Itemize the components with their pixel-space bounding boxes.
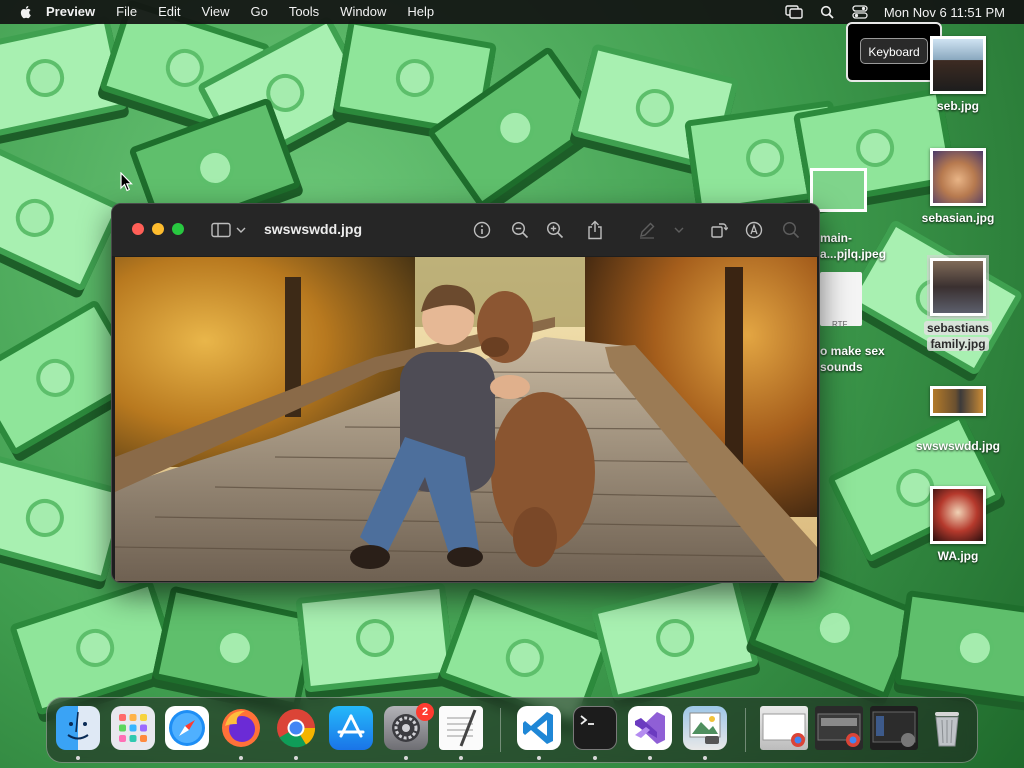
desktop-icon-label: sebasian.jpg	[921, 211, 995, 225]
markup-pen-icon[interactable]	[636, 219, 658, 241]
dock-running-indicator	[76, 756, 80, 760]
dock-launchpad-icon[interactable]	[111, 706, 155, 750]
chevron-down-icon[interactable]	[672, 219, 686, 241]
window-title: swswswdd.jpg	[264, 221, 363, 237]
search-icon[interactable]	[780, 219, 802, 241]
image-canvas[interactable]	[115, 257, 817, 581]
menu-bar: Preview File Edit View Go Tools Window H…	[0, 0, 1024, 24]
dock-vscode-icon[interactable]	[517, 706, 561, 750]
dock-minimized-window-chrome-2[interactable]	[815, 706, 863, 750]
desktop-icon-label: swswswdd.jpg	[915, 439, 1000, 453]
apple-menu-icon[interactable]	[18, 4, 34, 20]
mouse-pointer-icon	[120, 172, 133, 192]
share-icon[interactable]	[584, 219, 606, 241]
dock: 2	[46, 697, 978, 763]
dock-running-indicator	[294, 756, 298, 760]
zoom-in-icon[interactable]	[544, 219, 566, 241]
desktop-icon-swswswdd[interactable]: swswswdd.jpg	[908, 386, 1008, 454]
spotlight-search-icon[interactable]	[818, 4, 836, 20]
desktop-icon-label: WA.jpg	[937, 549, 979, 563]
control-center-icon[interactable]	[851, 4, 869, 20]
desktop-icon-sebasian[interactable]: sebasian.jpg	[908, 148, 1008, 226]
boardwalk-photo	[115, 257, 817, 581]
wallpaper-bill	[590, 573, 760, 702]
dock-running-indicator	[404, 756, 408, 760]
menu-help[interactable]: Help	[407, 0, 434, 24]
image-thumbnail	[930, 36, 986, 94]
sidebar-toggle-icon[interactable]	[210, 219, 232, 241]
image-thumbnail	[930, 148, 986, 206]
zoom-out-icon[interactable]	[509, 219, 531, 241]
dock-minimized-window-chrome[interactable]	[760, 706, 808, 750]
desktop-icon-label: seb.jpg	[936, 99, 979, 113]
dock-app-store-icon[interactable]	[329, 706, 373, 750]
notification-badge: 2	[416, 703, 434, 721]
menu-view[interactable]: View	[202, 0, 230, 24]
screen-mirroring-icon[interactable]	[785, 4, 803, 20]
dock-terminal-icon[interactable]	[573, 706, 617, 750]
zoom-button[interactable]	[172, 223, 184, 235]
dock-safari-icon[interactable]	[165, 706, 209, 750]
wallpaper-bill	[0, 142, 124, 293]
menu-tools[interactable]: Tools	[289, 0, 319, 24]
image-thumbnail	[930, 486, 986, 544]
image-thumbnail	[930, 386, 986, 416]
menu-window[interactable]: Window	[340, 0, 386, 24]
dock-running-indicator	[459, 756, 463, 760]
menu-edit[interactable]: Edit	[158, 0, 180, 24]
wallpaper-bill	[8, 579, 182, 716]
menu-file[interactable]: File	[116, 0, 137, 24]
dock-finder-icon[interactable]	[56, 706, 100, 750]
info-icon[interactable]	[471, 219, 493, 241]
dock-preview-icon[interactable]	[683, 706, 727, 750]
desktop-icon-sebastians-family[interactable]: sebastians family.jpg	[908, 255, 1008, 352]
dock-chrome-icon[interactable]	[274, 706, 318, 750]
dock-running-indicator	[537, 756, 541, 760]
menu-go[interactable]: Go	[250, 0, 267, 24]
rtf-document-icon[interactable]: RTF	[820, 272, 862, 329]
dock-running-indicator	[648, 756, 652, 760]
rotate-icon[interactable]	[708, 219, 730, 241]
menu-app-name[interactable]: Preview	[46, 0, 95, 24]
dock-separator	[745, 708, 746, 752]
chevron-down-icon[interactable]	[234, 219, 248, 241]
desktop-icon-label: sebastians family.jpg	[908, 320, 1008, 352]
menu-bar-clock[interactable]: Mon Nov 6 11:51 PM	[884, 5, 1005, 20]
desktop-icon-label-partial[interactable]: o make sex sounds	[820, 343, 885, 375]
dock-running-indicator	[593, 756, 597, 760]
wallpaper-bill	[151, 585, 319, 710]
dock-running-indicator	[239, 756, 243, 760]
minimize-button[interactable]	[152, 223, 164, 235]
close-button[interactable]	[132, 223, 144, 235]
window-toolbar[interactable]: swswswdd.jpg	[112, 204, 819, 256]
dock-trash-icon[interactable]	[925, 706, 969, 750]
dock-visual-studio-icon[interactable]	[628, 706, 672, 750]
dock-textedit-icon[interactable]	[439, 706, 483, 750]
dock-separator	[500, 708, 501, 752]
dock-firefox-icon[interactable]	[219, 706, 263, 750]
dock-running-indicator	[703, 756, 707, 760]
preview-window: swswswdd.jpg	[111, 203, 820, 583]
wallpaper-bill	[894, 590, 1024, 705]
desktop-icon-wa[interactable]: WA.jpg	[908, 486, 1008, 564]
markup-icon[interactable]	[743, 219, 765, 241]
menu-bar-extras: Mon Nov 6 11:51 PM	[785, 0, 1024, 24]
desktop-icon-seb[interactable]: seb.jpg	[908, 36, 1008, 114]
desktop-icon-label-partial[interactable]: main-a...pjlq.jpeg	[820, 230, 886, 262]
dock-minimized-window-settings[interactable]	[870, 706, 918, 750]
image-thumbnail	[927, 255, 989, 319]
wallpaper-bill	[295, 582, 455, 693]
file-type-label: RTF	[832, 320, 848, 329]
